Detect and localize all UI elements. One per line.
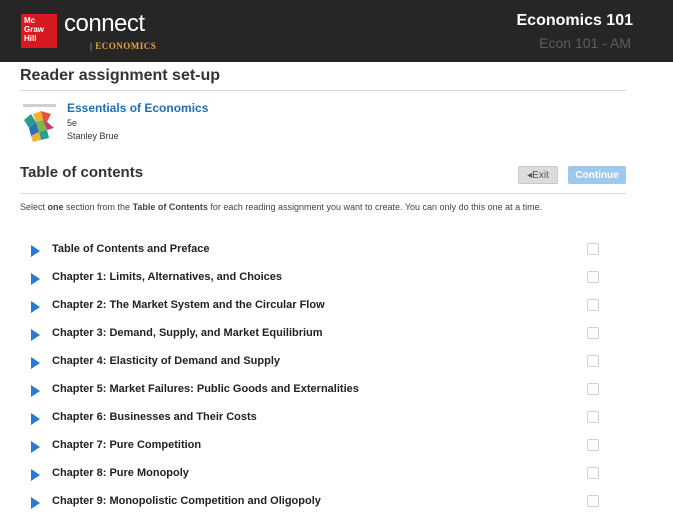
toc-heading: Table of contents: [20, 164, 144, 181]
toc-item: Chapter 3: Demand, Supply, and Market Eq…: [0, 320, 673, 348]
expand-arrow-icon[interactable]: [31, 301, 40, 313]
toc-item-checkbox[interactable]: [587, 439, 599, 451]
toc-item-checkbox[interactable]: [587, 383, 599, 395]
expand-arrow-icon[interactable]: [31, 273, 40, 285]
toc-item: Chapter 7: Pure Competition: [0, 432, 673, 460]
book-title-link[interactable]: Essentials of Economics: [67, 101, 208, 115]
divider: [20, 90, 626, 91]
expand-arrow-icon[interactable]: [31, 385, 40, 397]
app-header: Mc Graw Hill connect | ECONOMICS Economi…: [0, 0, 673, 62]
book-cover-image: [21, 102, 58, 144]
toc-item-label[interactable]: Chapter 9: Monopolistic Competition and …: [52, 495, 321, 507]
brand-subtitle: | ECONOMICS: [90, 41, 157, 51]
toc-item: Chapter 2: The Market System and the Cir…: [0, 292, 673, 320]
divider: [20, 193, 626, 194]
toc-item-label[interactable]: Chapter 2: The Market System and the Cir…: [52, 299, 325, 311]
toc-item-label[interactable]: Table of Contents and Preface: [52, 243, 210, 255]
toc-item: Chapter 9: Monopolistic Competition and …: [0, 488, 673, 516]
expand-arrow-icon[interactable]: [31, 441, 40, 453]
book-edition: 5e: [67, 118, 78, 128]
toc-item: Chapter 5: Market Failures: Public Goods…: [0, 376, 673, 404]
toc-item: Chapter 8: Pure Monopoly: [0, 460, 673, 488]
toc-item-label[interactable]: Chapter 8: Pure Monopoly: [52, 467, 189, 479]
toc-item: Table of Contents and Preface: [0, 236, 673, 264]
expand-arrow-icon[interactable]: [31, 497, 40, 509]
expand-arrow-icon[interactable]: [31, 469, 40, 481]
toc-item-checkbox[interactable]: [587, 327, 599, 339]
continue-button[interactable]: Continue: [568, 166, 626, 184]
expand-arrow-icon[interactable]: [31, 245, 40, 257]
page-title: Reader assignment set-up: [20, 67, 221, 84]
expand-arrow-icon[interactable]: [31, 357, 40, 369]
expand-arrow-icon[interactable]: [31, 329, 40, 341]
exit-button[interactable]: ◂Exit: [518, 166, 558, 184]
toc-item-checkbox[interactable]: [587, 299, 599, 311]
expand-arrow-icon[interactable]: [31, 413, 40, 425]
course-section: Econ 101 - AM: [539, 35, 631, 51]
course-title: Economics 101: [516, 12, 634, 29]
toc-item-label[interactable]: Chapter 1: Limits, Alternatives, and Cho…: [52, 271, 282, 283]
toc-item: Chapter 4: Elasticity of Demand and Supp…: [0, 348, 673, 376]
toc-item-checkbox[interactable]: [587, 271, 599, 283]
connect-brand: connect: [64, 10, 145, 37]
toc-item-checkbox[interactable]: [587, 495, 599, 507]
toc-item-label[interactable]: Chapter 4: Elasticity of Demand and Supp…: [52, 355, 280, 367]
toc-item-checkbox[interactable]: [587, 243, 599, 255]
mcgraw-hill-logo: Mc Graw Hill: [21, 14, 57, 48]
toc-item-checkbox[interactable]: [587, 467, 599, 479]
book-author: Stanley Brue: [67, 131, 119, 141]
toc-item-label[interactable]: Chapter 7: Pure Competition: [52, 439, 201, 451]
toc-item-checkbox[interactable]: [587, 411, 599, 423]
toc-item-checkbox[interactable]: [587, 355, 599, 367]
instructions-text: Select one section from the Table of Con…: [20, 202, 543, 212]
toc-item: Chapter 6: Businesses and Their Costs: [0, 404, 673, 432]
toc-item: Chapter 1: Limits, Alternatives, and Cho…: [0, 264, 673, 292]
toc-item-label[interactable]: Chapter 6: Businesses and Their Costs: [52, 411, 257, 423]
toc-item-label[interactable]: Chapter 5: Market Failures: Public Goods…: [52, 383, 359, 395]
toc-item-label[interactable]: Chapter 3: Demand, Supply, and Market Eq…: [52, 327, 323, 339]
